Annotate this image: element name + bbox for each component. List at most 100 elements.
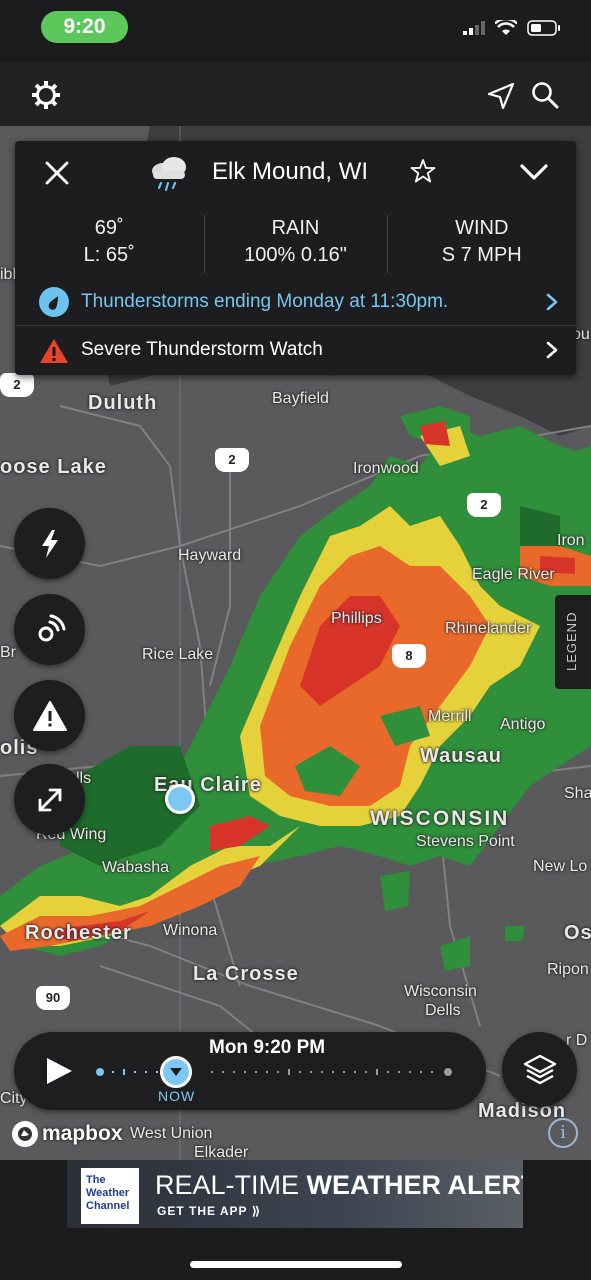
logo-line: Weather [86, 1187, 130, 1199]
city-label: Bayfield [272, 390, 329, 407]
timeline-time: Mon 9:20 PM [209, 1037, 326, 1058]
card-divider [15, 325, 576, 326]
ad-headline-light: REAL-TIME [155, 1170, 307, 1200]
city-label: Stevens Point [416, 833, 515, 850]
temp-low: L: 65˚ [83, 244, 135, 266]
city-label: Elkader [194, 1144, 249, 1160]
city-label: Ironwood [353, 460, 419, 477]
temperature-stat: 69˚ L: 65˚ [15, 215, 204, 273]
legend-tab[interactable]: LEGEND [555, 595, 591, 689]
alerts-button[interactable] [14, 680, 85, 751]
city-label: Os [564, 922, 591, 944]
timeline-track[interactable] [96, 1066, 456, 1078]
play-icon[interactable] [44, 1056, 74, 1086]
route-shield: 2 [467, 493, 501, 517]
layers-icon [523, 1054, 556, 1084]
ad-banner[interactable]: The Weather Channel REAL-TIME WEATHER AL… [67, 1160, 523, 1228]
ad-subtext: GET THE APP ⟫ [157, 1204, 262, 1218]
rain-value: 100% 0.16" [244, 244, 347, 266]
city-label: oose Lake [0, 456, 107, 478]
city-label: Merrill [428, 708, 472, 725]
warning-triangle-icon [32, 700, 67, 731]
home-indicator-bar [0, 1230, 591, 1280]
ad-headline: REAL-TIME WEATHER ALERTS [155, 1170, 523, 1201]
chevron-right-icon [546, 293, 558, 311]
city-label: ibl [0, 266, 17, 283]
radar-signal-button[interactable] [14, 594, 85, 665]
city-label: Antigo [500, 716, 546, 733]
info-button[interactable]: i [548, 1118, 578, 1148]
forecast-row[interactable]: Thunderstorms ending Monday at 11:30pm. [39, 287, 559, 317]
chevron-right-icon [546, 341, 558, 359]
rain-cloud-icon [152, 157, 186, 192]
favorite-star-icon[interactable] [410, 158, 436, 184]
status-time: 9:20 [41, 11, 128, 43]
radar-timeline: Mon 9:20 PM NOW [14, 1032, 486, 1110]
city-label: Winona [163, 922, 218, 939]
city-label: Rice Lake [142, 646, 214, 663]
close-icon[interactable] [43, 159, 71, 187]
forecast-text: Thunderstorms ending Monday at 11:30pm. [81, 291, 449, 312]
location-name: Elk Mound, WI [212, 158, 369, 185]
city-label: Dells [425, 1002, 461, 1019]
lightning-bolt-icon [41, 529, 58, 558]
lightning-button[interactable] [14, 508, 85, 579]
city-label: Rhinelander [445, 620, 532, 637]
city-label: Wabasha [102, 859, 169, 876]
user-location-dot[interactable] [165, 784, 195, 814]
city-label: La Crosse [193, 963, 299, 985]
city-label: Wisconsin [404, 983, 477, 1000]
temp-high: 69˚ [94, 217, 124, 239]
ad-headline-bold: WEATHER ALERTS [306, 1170, 523, 1200]
map-layers-button[interactable] [502, 1032, 577, 1107]
now-label: NOW [158, 1088, 196, 1104]
logo-line: Channel [86, 1200, 130, 1212]
warning-triangle-icon [40, 339, 68, 363]
chevron-down-icon [170, 1068, 182, 1076]
city-label: Rochester [25, 922, 132, 944]
radar-signal-icon [38, 614, 65, 641]
top-toolbar [0, 62, 591, 126]
route-shield: 90 [36, 986, 70, 1010]
mapbox-attribution[interactable]: mapbox [12, 1120, 123, 1148]
city-label: Eagle River [472, 566, 555, 583]
city-label: Sha [564, 785, 591, 802]
weather-channel-logo: The Weather Channel [81, 1168, 139, 1224]
alert-text: Severe Thunderstorm Watch [81, 339, 323, 360]
settings-gear-icon[interactable] [31, 80, 61, 110]
wind-value: S 7 MPH [441, 244, 522, 266]
status-bar: 9:20 [0, 0, 591, 62]
status-icons [463, 20, 561, 36]
timeline-now-knob[interactable] [160, 1056, 192, 1088]
rain-label: RAIN [271, 217, 320, 239]
location-card: Elk Mound, WI 69˚ L: 65˚ RAIN 100% 0.16"… [15, 141, 576, 375]
city-label: Phillips [331, 610, 382, 627]
mapbox-logo-icon [12, 1121, 38, 1147]
location-arrow-icon[interactable] [487, 82, 515, 110]
raindrop-icon [39, 287, 69, 317]
logo-line: The [86, 1174, 106, 1186]
expand-button[interactable] [14, 764, 85, 835]
route-shield: 2 [0, 373, 34, 397]
expand-arrows-icon [38, 788, 61, 811]
cellular-signal-icon [463, 21, 485, 35]
mapbox-wordmark: mapbox [42, 1122, 123, 1145]
city-label: Ripon [547, 961, 589, 978]
alert-row[interactable]: Severe Thunderstorm Watch [39, 336, 559, 366]
battery-icon [527, 20, 560, 36]
chevron-down-icon[interactable] [519, 162, 549, 182]
city-label: West Union [130, 1125, 213, 1142]
city-label: Wausau [420, 745, 502, 767]
route-shield: 2 [215, 448, 249, 472]
city-label: Iron [557, 532, 585, 549]
state-label: WISCONSIN [370, 807, 510, 830]
city-label: Br [0, 644, 16, 661]
route-shield: 8 [392, 644, 426, 668]
legend-label: LEGEND [564, 611, 579, 671]
city-label: Hayward [178, 547, 242, 564]
home-indicator[interactable] [190, 1261, 402, 1268]
weather-stats: 69˚ L: 65˚ RAIN 100% 0.16" WIND S 7 MPH [15, 215, 576, 273]
wifi-icon [495, 20, 517, 35]
search-icon[interactable] [530, 80, 560, 110]
rain-stat: RAIN 100% 0.16" [203, 215, 388, 273]
